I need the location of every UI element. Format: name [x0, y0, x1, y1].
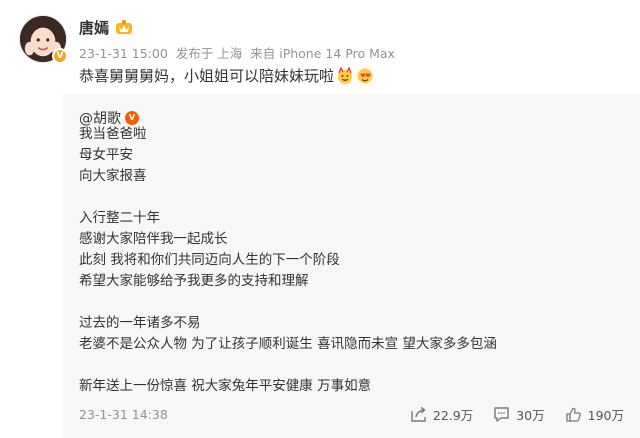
repost-text: 我当爸爸啦 母女平安 向大家报喜 入行整二十年 感谢大家陪伴我一起成长 此刻 我…: [79, 124, 619, 397]
line-spacer: [79, 292, 619, 313]
repost-line: 我当爸爸啦: [79, 126, 147, 142]
post-meta: 23-1-31 15:00 发布于 上海 来自 iPhone 14 Pro Ma…: [79, 43, 399, 62]
repost-line: 向大家报喜: [79, 168, 147, 184]
repost-card[interactable]: @胡歌 V 我当爸爸啦 母女平安 向大家报喜 入行整二十年 感谢大家陪伴我一起成…: [63, 94, 640, 438]
verified-badge-icon: V: [52, 48, 68, 64]
like-button[interactable]: 190万: [565, 405, 624, 424]
repost-line: 希望大家能够给予我更多的支持和理解: [79, 273, 309, 289]
like-count: 190万: [587, 407, 624, 423]
repost-line: 老婆不是公众人物 为了让孩子顺利诞生 喜讯隐而未宣 望大家多多包涵: [79, 336, 497, 352]
share-button[interactable]: 22.9万: [410, 405, 473, 424]
repost-line: 过去的一年诸多不易: [79, 315, 201, 331]
comment-count: 30万: [516, 407, 545, 423]
repost-footer: 23-1-31 14:38 22.9万 30万 190万: [79, 400, 624, 428]
repost-time[interactable]: 23-1-31 14:38: [79, 407, 390, 422]
repost-line: 入行整二十年: [79, 210, 160, 226]
cheer-emoji-icon: [338, 66, 353, 84]
repost-line: 此刻 我将和你们共同迈向人生的下一个阶段: [79, 252, 340, 268]
repost-line: 新年送上一份惊喜 祝大家兔年平安健康 万事如意: [79, 378, 372, 394]
heart-face-emoji-icon: [357, 68, 373, 83]
post-text: 恭喜舅舅舅妈，小姐姐可以陪妹妹玩啦: [79, 67, 335, 85]
comment-button[interactable]: 30万: [493, 405, 545, 424]
post-time[interactable]: 23-1-31 15:00: [79, 46, 168, 61]
member-crown-icon[interactable]: [115, 19, 133, 35]
verified-badge-icon: V: [125, 111, 139, 125]
thumbs-up-icon: [565, 407, 581, 422]
weibo-post: V 唐嫣 23-1-31 15:00 发布于 上海 来自 iPhone 14 P…: [0, 0, 640, 438]
share-icon: [411, 406, 426, 422]
author-name[interactable]: 唐嫣: [79, 17, 109, 38]
line-spacer: [79, 187, 619, 208]
author-row: 唐嫣: [79, 17, 133, 37]
comment-icon: [494, 406, 509, 422]
repost-line: 母女平安: [79, 147, 133, 163]
repost-line: 感谢大家陪伴我一起成长: [79, 231, 228, 247]
post-text-row: 恭喜舅舅舅妈，小姐姐可以陪妹妹玩啦: [79, 65, 374, 86]
line-spacer: [79, 355, 619, 376]
share-count: 22.9万: [432, 407, 474, 423]
post-location: 发布于 上海: [175, 46, 243, 61]
post-source: 来自 iPhone 14 Pro Max: [250, 46, 395, 61]
